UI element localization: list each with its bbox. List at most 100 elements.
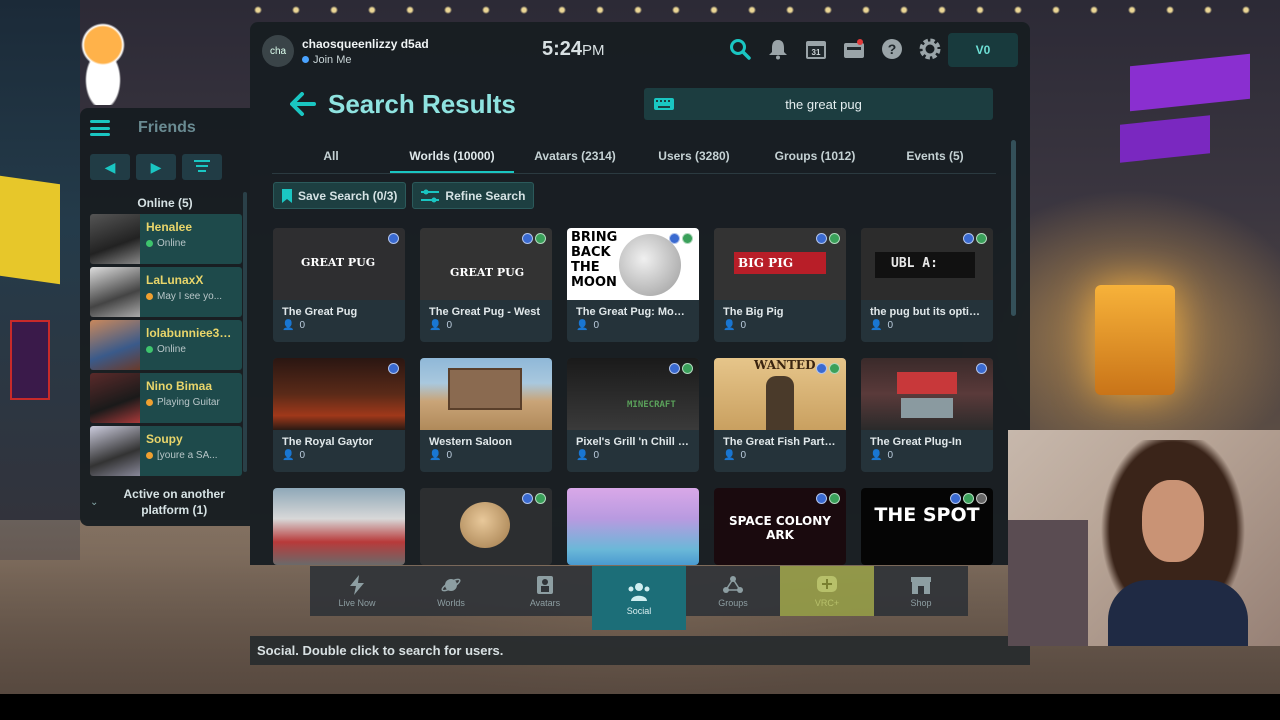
world-card[interactable]: The Royal Gaytor 👤 0 (273, 358, 405, 472)
world-card[interactable]: UBL A: the pug but its optimi... 👤 0 (861, 228, 993, 342)
friend-item[interactable]: lolabunniee37f8 Online (90, 320, 242, 370)
back-arrow-icon[interactable] (290, 92, 316, 116)
prev-page-button[interactable]: ◀ (90, 154, 130, 180)
world-thumbnail (273, 488, 405, 565)
world-count: 0 (887, 450, 894, 461)
shop-icon (911, 576, 931, 594)
refine-search-label: Refine Search (445, 188, 526, 203)
dock-label: VRC+ (814, 597, 840, 608)
refine-search-button[interactable]: Refine Search (412, 182, 535, 209)
world-card[interactable]: The Great Plug-In 👤 0 (861, 358, 993, 472)
world-card[interactable] (273, 488, 405, 565)
world-card[interactable]: MINECRAFT Pixel's Grill 'n Chill - T... … (567, 358, 699, 472)
bottom-dock: Live Now Worlds Avatars Social Groups VR… (310, 566, 970, 630)
world-name: The Great Plug-In (870, 436, 962, 448)
person-icon: 👤 (576, 320, 589, 331)
main-panel: cha chaosqueenlizzy d5ad Join Me 5:24PM … (250, 22, 1030, 565)
world-card[interactable]: THE SPOT (861, 488, 993, 565)
dock-live-now[interactable]: Live Now (310, 566, 404, 616)
tab-worlds[interactable]: Worlds (10000) (390, 140, 514, 173)
world-card[interactable]: BRING BACK THE MOON The Great Pug: Moon … (567, 228, 699, 342)
user-name: chaosqueenlizzy d5ad (302, 36, 429, 51)
friend-item[interactable]: Henalee Online (90, 214, 242, 264)
next-page-button[interactable]: ▶ (136, 154, 176, 180)
person-icon: 👤 (429, 450, 442, 461)
dock-vrc-plus[interactable]: VRC+ (780, 566, 874, 616)
dock-label: Groups (718, 597, 748, 608)
bell-icon[interactable] (766, 37, 790, 61)
svg-text:?: ? (888, 41, 897, 57)
tab-all[interactable]: All (272, 140, 390, 173)
world-thumbnail (861, 358, 993, 430)
dock-shop[interactable]: Shop (874, 566, 968, 616)
friend-name: Nino Bimaa (146, 379, 213, 393)
user-status: Join Me (313, 53, 352, 66)
status-dot (146, 346, 153, 353)
person-icon: 👤 (723, 320, 736, 331)
search-input[interactable]: the great pug (644, 88, 993, 120)
world-card[interactable] (420, 488, 552, 565)
world-card[interactable]: GREAT PUG The Great Pug 👤 0 (273, 228, 405, 342)
friend-item[interactable]: Nino Bimaa Playing Guitar (90, 373, 242, 423)
dock-label: Shop (910, 597, 932, 608)
active-other-platform[interactable]: ⌄ Active on another platform (1) (80, 480, 250, 524)
world-card[interactable]: GREAT PUG The Great Pug - West 👤 0 (420, 228, 552, 342)
search-icon[interactable] (728, 37, 752, 61)
calendar-icon[interactable]: 31 (804, 37, 828, 61)
world-name: The Great Pug (282, 306, 358, 318)
currency-button[interactable]: V0 (948, 33, 1018, 67)
friend-status: May I see yo... (157, 291, 223, 302)
thumbnail-text: THE SPOT (874, 504, 980, 526)
dock-groups[interactable]: Groups (686, 566, 780, 616)
chevron-left-icon: ◀ (104, 158, 116, 175)
dock-worlds[interactable]: Worlds (404, 566, 498, 616)
keyboard-icon[interactable] (644, 98, 684, 110)
dock-avatars[interactable]: Avatars (498, 566, 592, 616)
person-icon: 👤 (429, 320, 442, 331)
world-count: 0 (740, 320, 747, 331)
tab-groups[interactable]: Groups (1012) (752, 140, 878, 173)
poster (10, 320, 50, 400)
camera-icon[interactable] (842, 37, 866, 61)
world-card[interactable]: Western Saloon 👤 0 (420, 358, 552, 472)
hint-tooltip: Social. Double click to search for users… (250, 636, 1030, 665)
gear-icon[interactable] (918, 37, 942, 61)
menu-icon[interactable] (90, 120, 110, 136)
save-search-button[interactable]: Save Search (0/3) (273, 182, 407, 209)
friends-scrollbar[interactable] (243, 192, 247, 472)
search-query: the great pug (785, 96, 862, 112)
status-dot (146, 399, 153, 406)
thumbnail-text: WANTED (754, 358, 816, 372)
friend-item[interactable]: LaLunaxX May I see yo... (90, 267, 242, 317)
world-card[interactable]: BIG PIG The Big Pig 👤 0 (714, 228, 846, 342)
friend-item[interactable]: Soupy [youre a SA... (90, 426, 242, 476)
user-avatar[interactable]: cha (262, 35, 294, 67)
social-icon (628, 582, 650, 601)
status-dot (146, 240, 153, 247)
avatar (90, 320, 140, 370)
thumbnail-text: MINECRAFT (627, 400, 676, 410)
lamp (1095, 285, 1175, 395)
thumbnail-text: SPACE COLONY ARK (729, 514, 831, 542)
world-thumbnail (567, 488, 699, 565)
tab-users[interactable]: Users (3280) (636, 140, 752, 173)
world-name: The Big Pig (723, 306, 784, 318)
tab-events[interactable]: Events (5) (878, 140, 992, 173)
purple-sign (1120, 115, 1210, 163)
friend-name: Soupy (146, 432, 183, 446)
cat-mascot (78, 15, 128, 105)
friend-name: lolabunniee37f8 (146, 326, 236, 340)
world-name: Pixel's Grill 'n Chill - T... (576, 436, 699, 448)
sort-button[interactable] (182, 154, 222, 180)
dock-social[interactable]: Social (592, 566, 686, 630)
person-icon: 👤 (870, 450, 883, 461)
webcam-background (1008, 520, 1088, 646)
world-thumbnail: BIG PIG (714, 228, 846, 300)
world-card[interactable]: WANTED The Great Fish Party ... 👤 0 (714, 358, 846, 472)
help-icon[interactable]: ? (880, 37, 904, 61)
world-card[interactable] (567, 488, 699, 565)
clock: 5:24PM (542, 38, 605, 61)
world-card[interactable]: SPACE COLONY ARK (714, 488, 846, 565)
results-scrollbar[interactable] (1011, 140, 1016, 316)
tab-avatars[interactable]: Avatars (2314) (514, 140, 636, 173)
